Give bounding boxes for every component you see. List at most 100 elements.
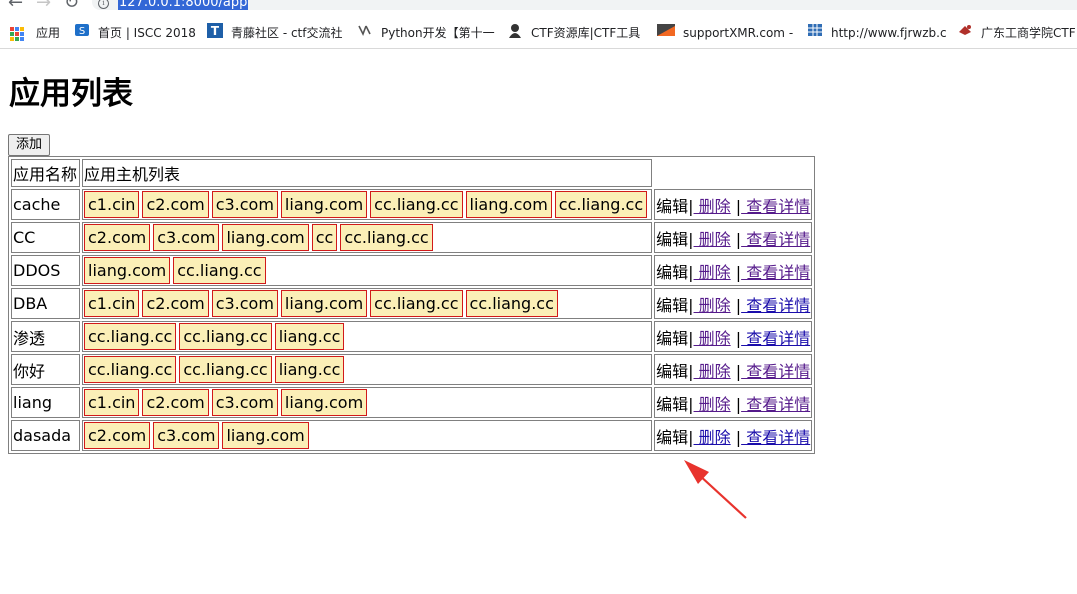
bookmark-qingteng[interactable]: T 青藤社区 - ctf交流社 [207,22,343,44]
host-tag: liang.cc [274,323,345,350]
delete-link[interactable]: 删除 [694,428,731,447]
delete-link[interactable]: 删除 [694,296,731,315]
bookmark-iscc[interactable]: S 首页 | ISCC 2018 [74,22,196,44]
table-row: DBA c1.cin c2.com c3.com liang.com cc.liang.c… [11,288,813,319]
browser-chrome: ← → ↻ i 127.0.0.1:8000/app 应用 S 首页 | ISC… [0,0,1077,49]
view-detail-link[interactable]: 查看详情 [741,197,810,216]
host-tag: c1.cin [84,389,140,416]
host-tag: c2.com [142,290,209,317]
host-tag: liang.com [84,257,171,284]
edit-link[interactable]: 编辑 [656,230,688,249]
host-list-cell: liang.com cc.liang.cc [82,255,653,286]
host-list-cell: cc.liang.cc cc.liang.cc liang.cc [82,321,653,352]
bookmark-label: 首页 | ISCC 2018 [98,26,196,40]
host-tag: c3.com [211,191,278,218]
delete-link[interactable]: 删除 [694,395,731,414]
edit-link[interactable]: 编辑 [656,263,688,282]
delete-link[interactable]: 删除 [694,263,731,282]
table-row: CC c2.com c3.com liang.com cc cc.liang.cc 编辑| … [11,222,813,253]
host-tag: liang.com [465,191,552,218]
view-detail-link[interactable]: 查看详情 [741,329,810,348]
back-arrow-icon[interactable]: ← [8,0,23,12]
host-tag: cc.liang.cc [370,191,463,218]
bookmark-apps[interactable]: 应用 [10,22,60,44]
forward-arrow-icon[interactable]: → [36,0,51,12]
host-tag: cc.liang.cc [179,323,272,350]
url-text[interactable]: 127.0.0.1:8000/app [118,0,249,10]
reload-icon[interactable]: ↻ [64,0,79,12]
info-icon[interactable]: i [98,0,109,9]
header-app-name: 应用名称 [11,159,80,187]
view-detail-link[interactable]: 查看详情 [741,230,810,249]
host-tag: cc.liang.cc [370,290,463,317]
host-tag: c3.com [211,389,278,416]
host-tag: liang.com [280,290,368,317]
add-button[interactable]: 添加 [8,134,50,156]
host-list-cell: c2.com c3.com liang.com cc cc.liang.cc [82,222,653,253]
app-table-body: 应用名称 应用主机列表 cache c1.cin c2.com c3.com liang… [11,159,813,451]
app-table: 应用名称 应用主机列表 cache c1.cin c2.com c3.com liang… [8,156,816,454]
delete-link[interactable]: 删除 [694,230,731,249]
app-name-cell: cache [11,189,80,220]
host-tag: liang.com [280,191,368,218]
view-detail-link[interactable]: 查看详情 [741,296,810,315]
header-empty [654,159,812,187]
delete-link[interactable]: 删除 [694,329,731,348]
host-tag: liang.com [280,389,368,416]
xmr-icon [657,22,675,44]
edit-link[interactable]: 编辑 [656,362,688,381]
view-detail-link[interactable]: 查看详情 [741,263,810,282]
edit-link[interactable]: 编辑 [656,395,688,414]
app-name-cell: dasada [11,420,80,451]
host-list-cell: c1.cin c2.com c3.com liang.com [82,387,653,418]
delete-link[interactable]: 删除 [694,197,731,216]
bookmark-label: http://www.fjrwzb.c [831,26,947,40]
host-tag: cc.liang.cc [465,290,558,317]
bookmark-gdbu[interactable]: 广东工商学院CTF [957,22,1076,44]
table-row: DDOS liang.com cc.liang.cc 编辑| 删除 | 查看详情 [11,255,813,286]
edit-link[interactable]: 编辑 [656,296,688,315]
actions-cell: 编辑| 删除 | 查看详情 [654,222,813,253]
host-tag: c2.com [84,224,151,251]
python-icon [357,22,373,44]
apps-grid-icon [10,26,24,41]
bookmark-label: CTF资源库|CTF工具 [531,26,641,40]
edit-link[interactable]: 编辑 [656,428,688,447]
school-icon [957,22,973,44]
bookmark-label: 应用 [36,26,61,40]
host-list-cell: cc.liang.cc cc.liang.cc liang.cc [82,354,653,385]
host-tag: c3.com [153,422,220,449]
delete-link[interactable]: 删除 [694,362,731,381]
host-tag: liang.com [222,422,309,449]
edit-link[interactable]: 编辑 [656,329,688,348]
edit-link[interactable]: 编辑 [656,197,688,216]
bookmark-python[interactable]: Python开发【第十一 [357,22,495,44]
table-header-row: 应用名称 应用主机列表 [11,159,812,187]
svg-text:S: S [79,26,85,37]
host-tag: c2.com [84,422,151,449]
address-bar[interactable]: i 127.0.0.1:8000/app [92,0,1077,10]
host-tag: cc.liang.cc [173,257,266,284]
bookmark-supportxmr[interactable]: supportXMR.com - [657,22,793,44]
actions-cell: 编辑| 删除 | 查看详情 [654,354,813,385]
host-tag: c2.com [142,389,209,416]
actions-cell: 编辑| 删除 | 查看详情 [654,321,813,352]
host-tag: cc.liang.cc [84,323,177,350]
svg-text:T: T [211,24,220,38]
host-tag: c3.com [153,224,220,251]
bookmark-ctf-resource[interactable]: CTF资源库|CTF工具 [507,22,640,44]
bookmark-label: supportXMR.com - [683,26,794,40]
view-detail-link[interactable]: 查看详情 [741,395,810,414]
view-detail-link[interactable]: 查看详情 [741,362,810,381]
table-row: dasada c2.com c3.com liang.com 编辑| 删除 | 查看详情 [11,420,813,451]
host-tag: c1.cin [84,191,140,218]
host-tag: cc.liang.cc [179,356,272,383]
actions-cell: 编辑| 删除 | 查看详情 [654,189,813,220]
view-detail-link[interactable]: 查看详情 [741,428,810,447]
host-tag: cc.liang.cc [340,224,433,251]
actions-cell: 编辑| 删除 | 查看详情 [654,288,813,319]
grid-icon [807,22,823,44]
host-tag: c3.com [211,290,278,317]
bookmarks-bar: 应用 S 首页 | ISCC 2018 T 青藤社区 - ctf交流社 Pyth… [0,22,1077,44]
bookmark-fjrwzb[interactable]: http://www.fjrwzb.c [807,22,947,44]
